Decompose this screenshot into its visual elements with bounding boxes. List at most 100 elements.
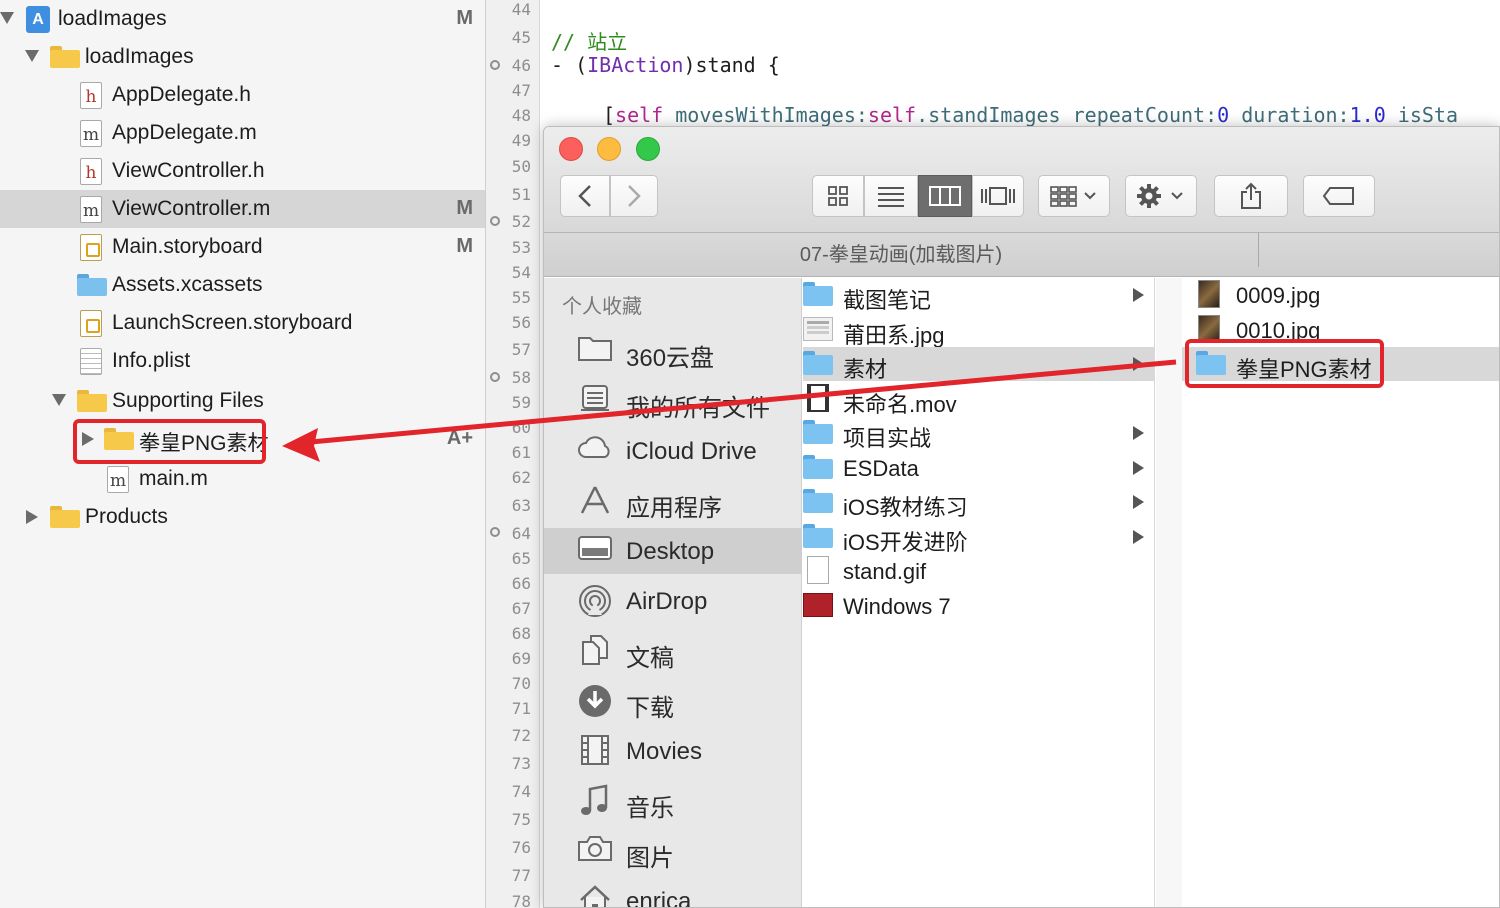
share-button[interactable]: [1214, 175, 1288, 217]
arrange-grid-icon: [1050, 186, 1096, 207]
disclosure-closed-icon[interactable]: [26, 510, 38, 524]
folder-icon: [576, 334, 614, 368]
file-row[interactable]: 截图笔记: [803, 278, 1154, 313]
file-row[interactable]: Windows 7: [803, 589, 1154, 623]
line-number: 74: [511, 782, 531, 801]
disclosure-open-icon[interactable]: [52, 394, 66, 406]
nav-item-group-loadimages[interactable]: loadImages: [0, 38, 485, 76]
code-editor[interactable]: // 站立 - (IBAction)stand { [self movesWit…: [541, 0, 1500, 130]
sidebar-item-documents[interactable]: 文稿: [544, 628, 802, 674]
nav-item-label: AppDelegate.m: [112, 121, 257, 144]
sidebar-item-all-files[interactable]: 我的所有文件: [544, 378, 802, 424]
sidebar-item-airdrop[interactable]: AirDrop: [544, 578, 802, 624]
back-button[interactable]: [560, 175, 610, 217]
sidebar-item-movies[interactable]: Movies: [544, 728, 802, 774]
sidebar-item-label: 文稿: [626, 645, 674, 672]
sidebar-item-downloads[interactable]: 下载: [544, 678, 802, 724]
share-icon: [1241, 182, 1261, 209]
sidebar-item-360[interactable]: 360云盘: [544, 328, 802, 374]
sidebar-item-applications[interactable]: 应用程序: [544, 478, 802, 524]
line-number: 45: [511, 28, 531, 47]
folder-icon: [803, 282, 833, 306]
movies-icon: [576, 734, 614, 768]
column-view-button[interactable]: [918, 175, 972, 217]
disclosure-open-icon[interactable]: [0, 12, 14, 24]
file-row[interactable]: stand.gif: [803, 554, 1154, 588]
nav-item-viewcontroller-m[interactable]: m ViewController.m M: [0, 190, 485, 228]
file-row[interactable]: iOS教材练习: [803, 485, 1154, 520]
folder-icon: [803, 351, 833, 375]
sidebar-item-home[interactable]: enrica: [544, 878, 802, 907]
action-menu-button[interactable]: [1125, 175, 1197, 217]
line-number: 65: [511, 549, 531, 568]
scm-status-badge: M: [456, 7, 473, 29]
sidebar-item-music[interactable]: 音乐: [544, 778, 802, 824]
forward-button[interactable]: [610, 175, 658, 217]
sidebar-item-label: iCloud Drive: [626, 438, 757, 465]
file-row[interactable]: 项目实战: [803, 416, 1154, 451]
file-name: stand.gif: [843, 559, 927, 584]
line-number: 47: [511, 81, 531, 100]
nav-item-viewcontroller-h[interactable]: h ViewController.h: [0, 152, 485, 190]
file-row[interactable]: 未命名.mov: [803, 382, 1154, 417]
line-number: 67: [511, 599, 531, 618]
nav-item-appdelegate-m[interactable]: m AppDelegate.m: [0, 114, 485, 152]
nav-item-assets[interactable]: Assets.xcassets: [0, 266, 485, 304]
nav-item-label: Main.storyboard: [112, 235, 263, 258]
list-view-button[interactable]: [864, 175, 918, 217]
cover-flow-icon: [981, 187, 1015, 205]
tags-button[interactable]: [1303, 175, 1375, 217]
nav-item-main-storyboard[interactable]: Main.storyboard M: [0, 228, 485, 266]
nav-item-appdelegate-h[interactable]: h AppDelegate.h: [0, 76, 485, 114]
nav-item-launchscreen[interactable]: LaunchScreen.storyboard: [0, 304, 485, 342]
file-row[interactable]: 素材: [803, 347, 1154, 382]
sidebar-item-label: 音乐: [626, 795, 674, 822]
close-window-button[interactable]: [559, 137, 583, 161]
line-number: 63: [511, 496, 531, 515]
line-number: 55: [511, 288, 531, 307]
code-token-selector: movesWithImages:: [663, 103, 868, 127]
file-row[interactable]: 0010.jpg: [1182, 313, 1499, 347]
arrange-button[interactable]: [1038, 175, 1110, 217]
line-number: 77: [511, 866, 531, 885]
file-row[interactable]: iOS开发进阶: [803, 520, 1154, 555]
sidebar-section-header: 个人收藏: [562, 296, 642, 318]
minimize-window-button[interactable]: [597, 137, 621, 161]
sidebar-item-desktop[interactable]: Desktop: [544, 528, 802, 574]
nav-item-project[interactable]: A loadImages M: [0, 0, 485, 38]
camera-icon: [576, 834, 614, 868]
file-row[interactable]: 拳皇PNG素材: [1182, 347, 1499, 382]
airdrop-icon: [576, 584, 614, 618]
cover-flow-button[interactable]: [972, 175, 1024, 217]
sidebar-item-icloud[interactable]: iCloud Drive: [544, 428, 802, 474]
file-row[interactable]: 莆田系.jpg: [803, 313, 1154, 348]
icon-view-button[interactable]: [812, 175, 864, 217]
line-number: 51: [511, 185, 531, 204]
all-files-icon: [576, 384, 614, 418]
line-number: 46: [511, 56, 531, 75]
disclosure-closed-icon[interactable]: [82, 432, 94, 446]
file-name: 未命名.mov: [843, 392, 957, 417]
line-number: 64: [511, 524, 531, 543]
disclosure-arrow-icon: [1133, 530, 1144, 544]
sidebar-item-pictures[interactable]: 图片: [544, 828, 802, 874]
file-row[interactable]: ESData: [803, 451, 1154, 485]
finder-toolbar: [544, 127, 1499, 233]
nav-item-label: main.m: [139, 467, 208, 490]
line-number: 48: [511, 106, 531, 125]
nav-item-label: LaunchScreen.storyboard: [112, 311, 353, 334]
nav-item-png-assets[interactable]: 拳皇PNG素材 A+: [0, 420, 485, 458]
line-number: 52: [511, 212, 531, 231]
code-token: )stand {: [683, 53, 780, 77]
file-row[interactable]: 0009.jpg: [1182, 278, 1499, 312]
line-number: 66: [511, 574, 531, 593]
disclosure-arrow-icon: [1133, 357, 1144, 371]
nav-item-info-plist[interactable]: Info.plist: [0, 342, 485, 380]
nav-item-main-m[interactable]: m main.m: [0, 460, 485, 498]
nav-item-products[interactable]: Products: [0, 498, 485, 536]
disclosure-open-icon[interactable]: [25, 50, 39, 62]
folder-icon: [50, 506, 80, 528]
nav-item-supporting-files[interactable]: Supporting Files: [0, 382, 485, 420]
folder-icon: [803, 420, 833, 444]
zoom-window-button[interactable]: [636, 137, 660, 161]
